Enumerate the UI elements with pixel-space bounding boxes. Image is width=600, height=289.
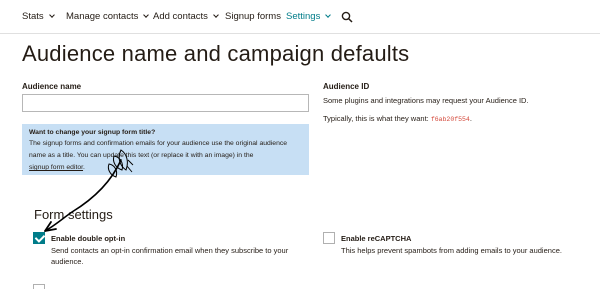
chevron-down-icon <box>48 12 55 18</box>
double-opt-in-label: Enable double opt-in <box>51 234 126 243</box>
nav-signup-forms[interactable]: Signup forms <box>225 11 281 23</box>
signup-form-editor-link[interactable]: signup form editor <box>29 164 83 171</box>
nav-add-contacts[interactable]: Add contacts <box>153 11 219 23</box>
search-icon[interactable] <box>341 11 353 23</box>
audience-id-value: f6ab20f554 <box>430 116 470 123</box>
nav-manage-contacts[interactable]: Manage contacts <box>66 11 150 23</box>
form-settings-heading: Form settings <box>34 207 113 222</box>
info-box-title: Want to change your signup form title? <box>29 129 156 136</box>
audience-id-label: Audience ID <box>323 82 370 91</box>
info-box-tail: . <box>83 164 85 171</box>
audience-name-label: Audience name <box>22 82 82 91</box>
chevron-down-icon <box>213 12 219 18</box>
double-opt-in-checkbox[interactable] <box>33 232 45 244</box>
next-option-checkbox[interactable] <box>33 284 45 289</box>
double-opt-in-description: Send contacts an opt-in confirmation ema… <box>51 246 289 266</box>
recaptcha-checkbox[interactable] <box>323 232 335 244</box>
audience-name-input[interactable] <box>22 94 309 112</box>
recaptcha-description: This helps prevent spambots from adding … <box>341 246 562 255</box>
audience-id-typical: Typically, this is what they want: f6ab2… <box>323 114 472 123</box>
chevron-down-icon <box>143 12 150 18</box>
nav-stats[interactable]: Stats <box>22 11 55 23</box>
nav-settings[interactable]: Settings <box>286 11 332 23</box>
recaptcha-label: Enable reCAPTCHA <box>341 234 412 243</box>
top-navigation: Stats Manage contacts Add contacts Signu… <box>0 0 600 34</box>
chevron-down-icon <box>325 12 332 18</box>
signup-form-info-box: Want to change your signup form title? T… <box>22 124 309 175</box>
info-box-body: The signup forms and confirmation emails… <box>29 140 288 159</box>
page-title: Audience name and campaign defaults <box>22 41 410 66</box>
audience-id-description: Some plugins and integrations may reques… <box>323 96 529 105</box>
